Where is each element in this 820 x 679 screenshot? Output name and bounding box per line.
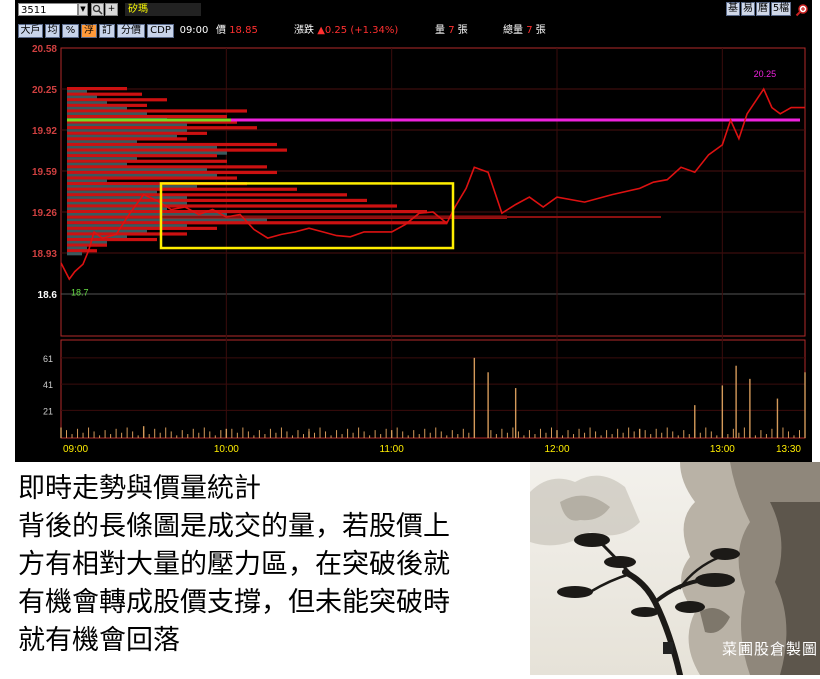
- price-tick-label: 19.26: [32, 208, 57, 219]
- big-holder-button[interactable]: 大戶: [18, 24, 43, 38]
- time-tick-label: 09:00: [63, 444, 88, 455]
- price-tick-label: 19.92: [32, 126, 57, 137]
- volume-profile-bar: [67, 126, 257, 130]
- volume-profile-bar: [67, 114, 227, 119]
- price-panel: [60, 47, 806, 337]
- intraday-chart: 20.58 20.25 19.92 19.59 19.26 18.93 18.6 61 41 21…: [32, 44, 806, 455]
- painting-signature: 菜圃股倉製圖: [721, 640, 818, 658]
- volume-profile-bar: [67, 243, 107, 247]
- price-tick-label: 19.59: [32, 167, 57, 178]
- cdp-button[interactable]: CDP: [147, 24, 174, 38]
- history-button[interactable]: 曆: [756, 2, 770, 16]
- volume-unit: 張: [457, 25, 468, 36]
- volume-profile-bar: [67, 232, 187, 236]
- session-high-label: 20.25: [754, 69, 777, 79]
- current-time: 09:00: [179, 25, 209, 36]
- volume-profile-bar: [67, 87, 127, 91]
- volume-profile-bar: [67, 210, 427, 214]
- add-icon[interactable]: +: [105, 3, 118, 16]
- volume-readout: 量 7 張: [435, 24, 505, 38]
- volume-profile-bar: [67, 165, 267, 169]
- info-bar: 大戶 均 % 浮 訂 分價 CDP 09:00 價 18.85 漲跌 ▲0.25…: [15, 22, 812, 40]
- stock-name: 矽瑪: [125, 3, 201, 16]
- time-tick-label: 11:00: [380, 444, 405, 455]
- volume-profile-bar: [67, 170, 277, 175]
- volume-profile-bar: [67, 198, 367, 203]
- price-tick-label: 20.58: [32, 44, 57, 55]
- volume-profile-bar: [67, 252, 82, 256]
- change-readout: 漲跌 ▲0.25 (+1.34%): [294, 24, 444, 38]
- ink-painting: 菜圃股倉製圖: [530, 462, 820, 678]
- volume-profile-bar: [67, 154, 217, 158]
- change-value: ▲0.25 (+1.34%): [317, 25, 399, 36]
- volume-profile-bar: [67, 187, 297, 191]
- volume-panel: [60, 339, 806, 439]
- symbol-dropdown-button[interactable]: ▼: [78, 3, 88, 16]
- price-tick-label: 18.93: [32, 249, 57, 260]
- total-volume-readout: 總量 7 張: [503, 24, 583, 38]
- volume-profile-bar: [67, 98, 167, 102]
- five-level-button[interactable]: 5檔: [771, 2, 791, 16]
- volume-tick-label: 41: [43, 380, 53, 390]
- search-icon[interactable]: [91, 3, 104, 16]
- volume-profile-bar: [67, 137, 187, 141]
- volume-profile-bar: [67, 109, 247, 113]
- volume-profile-bar: [67, 131, 207, 135]
- caption-line: 即時走勢與價量統計: [18, 473, 261, 504]
- volume-profile-bar: [67, 148, 287, 152]
- price-distribution-button[interactable]: 分價: [117, 24, 145, 38]
- trade-button[interactable]: 易: [741, 2, 755, 16]
- time-tick-label: 13:00: [710, 444, 735, 455]
- total-volume-value: 7: [526, 25, 533, 36]
- change-label: 漲跌: [294, 25, 314, 36]
- percent-button[interactable]: %: [62, 24, 79, 38]
- caption-line: 方有相對大量的壓力區，在突破後就: [18, 549, 450, 580]
- price-label: 價: [216, 25, 226, 36]
- volume-profile-bar: [67, 159, 227, 163]
- price-tick-label: 18.6: [38, 290, 58, 301]
- caption-line: 就有機會回落: [18, 625, 180, 656]
- float-button[interactable]: 浮: [81, 24, 97, 38]
- average-button[interactable]: 均: [45, 24, 60, 38]
- total-volume-label: 總量: [503, 25, 523, 36]
- volume-tick-label: 21: [43, 406, 53, 416]
- volume-profile-bar: [67, 176, 237, 180]
- volume-profile-bar: [67, 204, 397, 208]
- price-readout: 價 18.85: [216, 24, 268, 38]
- volume-profile-bar: [67, 103, 147, 107]
- time-tick-label: 12:00: [544, 444, 569, 455]
- volume-tick-label: 61: [43, 354, 53, 364]
- total-volume-unit: 張: [535, 25, 546, 36]
- zoom-icon[interactable]: [795, 2, 809, 17]
- order-button[interactable]: 訂: [99, 24, 115, 38]
- toolbar: 3511 ▼ + 矽瑪 基 易 曆 5檔: [15, 0, 812, 19]
- time-tick-label: 13:30: [776, 444, 801, 455]
- caption-line: 背後的長條圖是成交的量，若股價上: [18, 511, 450, 542]
- price-value: 18.85: [229, 25, 258, 36]
- volume-profile-bar: [67, 92, 142, 96]
- volume-profile-bar: [67, 249, 97, 253]
- volume-value: 7: [448, 25, 455, 36]
- volume-label: 量: [435, 25, 445, 36]
- time-tick-label: 10:00: [214, 444, 239, 455]
- stock-chart-window: 3511 ▼ + 矽瑪 基 易 曆 5檔 大戶 均 % 浮 訂 分價 CDP 0…: [15, 0, 812, 462]
- fundamentals-button[interactable]: 基: [726, 2, 740, 16]
- volume-profile-bar: [67, 193, 347, 197]
- symbol-input[interactable]: 3511: [18, 3, 78, 16]
- caption: 即時走勢與價量統計 背後的長條圖是成交的量，若股價上 方有相對大量的壓力區，在突…: [18, 470, 538, 660]
- price-tick-label: 20.25: [32, 85, 57, 96]
- session-low-label: 18.7: [71, 288, 89, 298]
- caption-line: 有機會轉成股價支撐，但未能突破時: [18, 587, 450, 618]
- volume-profile-bar: [67, 142, 277, 147]
- volume-profile-bar: [67, 226, 217, 230]
- volume-profile-bar: [67, 237, 157, 242]
